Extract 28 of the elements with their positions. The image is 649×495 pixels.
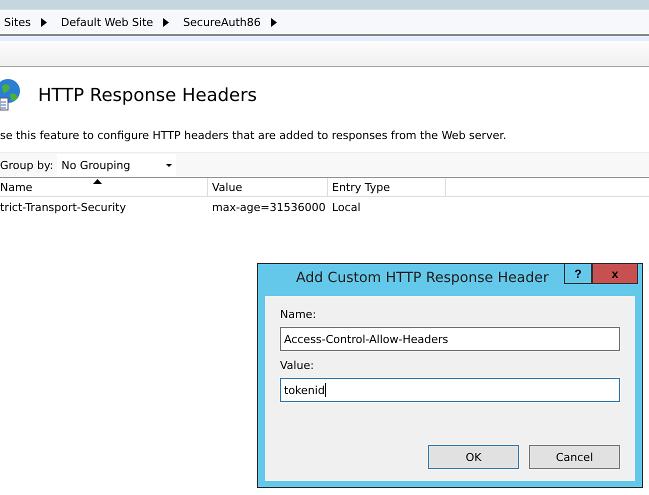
input-field[interactable]: Access-Control-Allow-Headers — [280, 327, 620, 351]
breadcrumb-item[interactable]: SecureAuth86 — [183, 16, 261, 28]
field-label: Name: — [280, 308, 318, 321]
caret-icon[interactable] — [270, 18, 277, 26]
column-header[interactable]: Entry Type — [328, 178, 446, 196]
table-cell-text: Local — [331, 200, 362, 214]
help-button[interactable]: ? — [564, 264, 592, 284]
dialog-button[interactable]: OK — [428, 445, 519, 469]
table-cell-text: max-age=31536000 — [211, 200, 327, 214]
text-cursor — [324, 383, 326, 397]
column-header[interactable]: Value — [208, 178, 328, 196]
caret-icon[interactable] — [163, 18, 170, 26]
table-cell-text: trict-Transport-Security — [0, 200, 127, 214]
breadcrumb-item[interactable]: Default Web Site — [60, 16, 154, 28]
field-label: Value: — [280, 359, 315, 372]
description-text: se this feature to configure HTTP headers that are added to responses from the Web server. — [0, 129, 508, 142]
column-header[interactable]: Name — [0, 178, 208, 196]
close-button[interactable]: x — [592, 264, 638, 284]
sort-ascending-icon — [93, 179, 102, 184]
input-field[interactable]: tokenid — [280, 378, 620, 402]
breadcrumb-item[interactable]: Sites — [4, 16, 31, 28]
dialog-button[interactable]: Cancel — [529, 445, 620, 469]
dialog-title: Add Custom HTTP Response Header — [296, 270, 549, 286]
group-by-label: Group by: — [0, 158, 54, 172]
page-title: HTTP Response Headers — [38, 84, 257, 106]
caret-icon[interactable] — [40, 18, 47, 26]
caret-icon — [166, 164, 172, 166]
group-by-dropdown[interactable]: No Grouping — [57, 154, 176, 176]
